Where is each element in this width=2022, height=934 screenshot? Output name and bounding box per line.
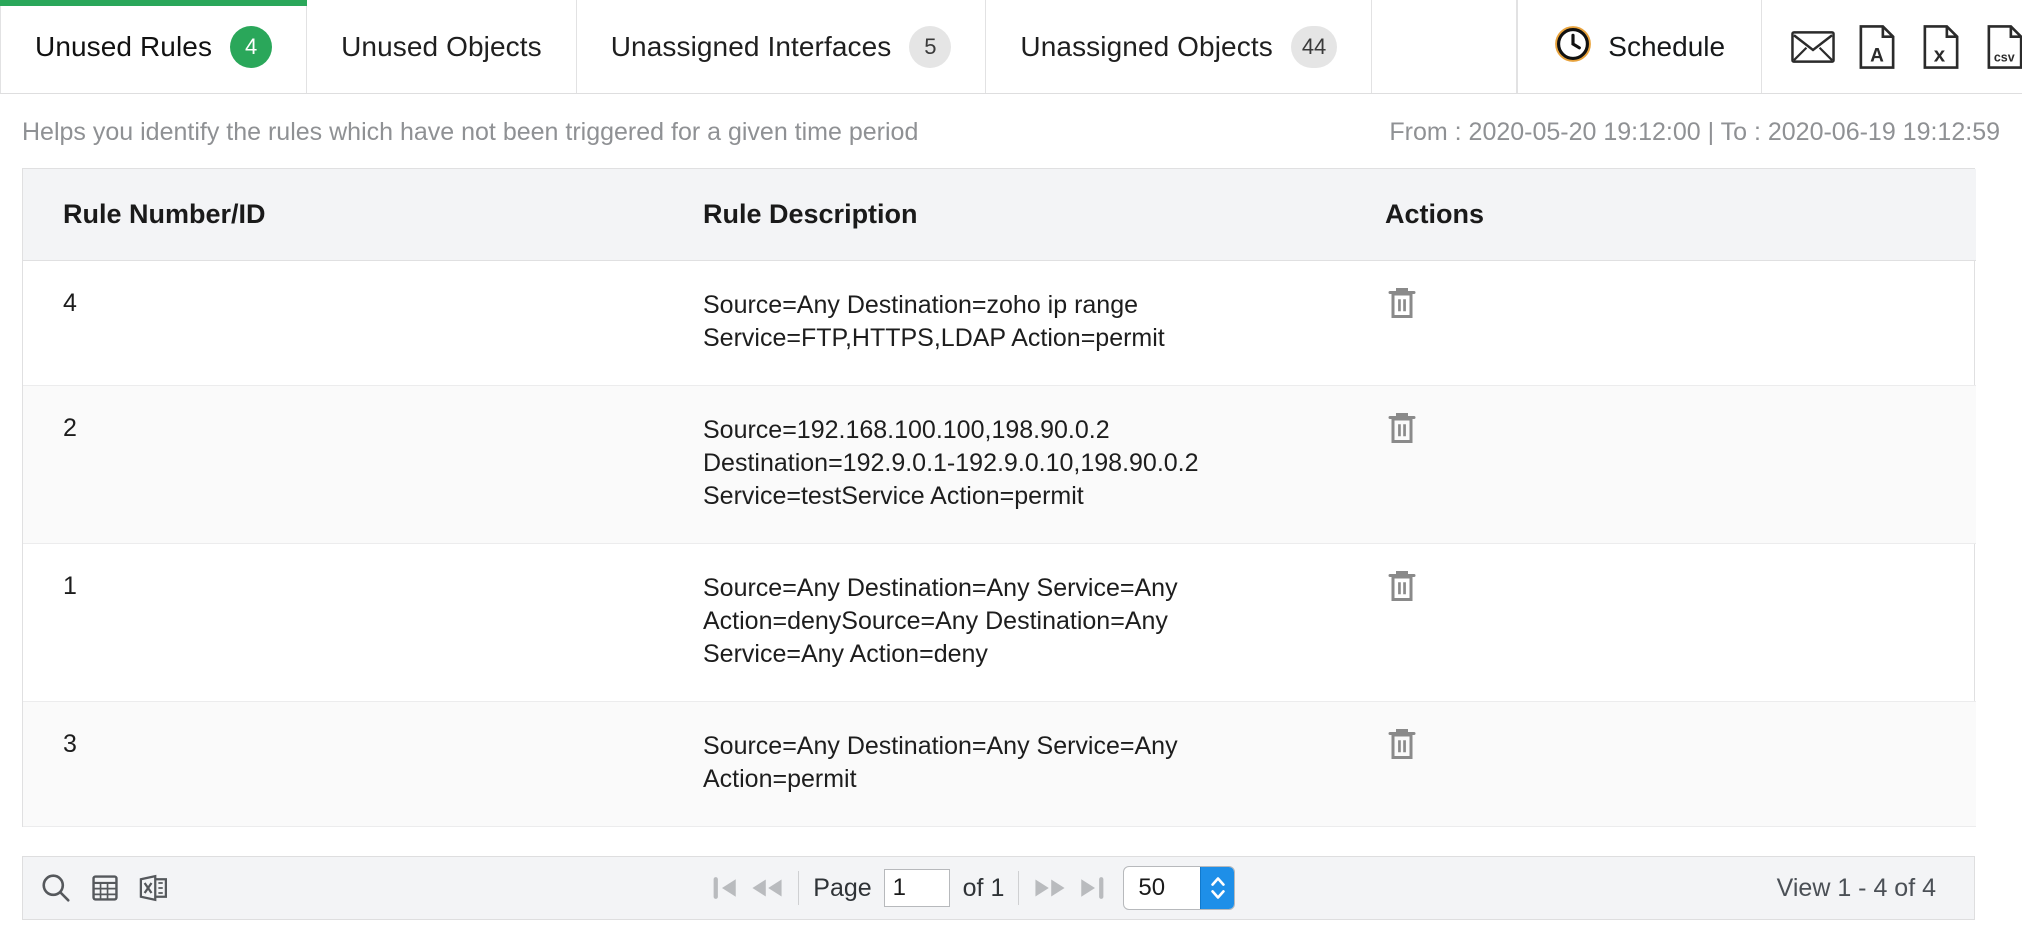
last-page-icon[interactable]	[1073, 871, 1107, 905]
svg-text:x: x	[1934, 43, 1946, 66]
table-footer: Page of 1 50	[22, 856, 1975, 920]
csv-export-icon[interactable]: csv	[1982, 24, 2022, 70]
stepper-arrows-icon[interactable]	[1200, 867, 1234, 909]
tab-badge-count: 5	[909, 26, 951, 68]
table-row[interactable]: 2 Source=192.168.100.100,198.90.0.2 Dest…	[23, 386, 1976, 544]
page-total-label: of 1	[963, 874, 1005, 903]
cell-rule-id: 4	[23, 261, 703, 386]
table-body: 4 Source=Any Destination=zoho ip range S…	[23, 261, 1976, 827]
table-header-row: Rule Number/ID Rule Description Actions	[23, 169, 1976, 261]
cell-rule-id: 3	[23, 702, 703, 827]
tab-empty-slot	[1372, 0, 1517, 93]
svg-text:A: A	[1870, 45, 1884, 66]
tab-unused-objects[interactable]: Unused Objects	[307, 0, 577, 93]
trash-icon[interactable]	[1385, 726, 1419, 762]
table-row[interactable]: 1 Source=Any Destination=Any Service=Any…	[23, 544, 1976, 702]
cell-rule-description: Source=Any Destination=zoho ip range Ser…	[703, 289, 1363, 355]
pagination-next-group	[1033, 871, 1107, 905]
record-count-label: View 1 - 4 of 4	[1777, 874, 1958, 903]
tab-bar: Unused Rules 4 Unused Objects Unassigned…	[0, 0, 2022, 94]
cell-rule-id: 1	[23, 544, 703, 702]
grid-view-icon[interactable]	[91, 874, 119, 902]
pagination-prev-group	[710, 871, 784, 905]
schedule-label: Schedule	[1608, 31, 1725, 63]
rules-table-container: Rule Number/ID Rule Description Actions …	[22, 168, 1975, 827]
page-size-select[interactable]: 50	[1123, 866, 1235, 910]
clock-icon	[1554, 25, 1592, 68]
table-row[interactable]: 3 Source=Any Destination=Any Service=Any…	[23, 702, 1976, 827]
tab-label: Unassigned Interfaces	[611, 31, 892, 63]
tab-badge-count: 44	[1291, 26, 1337, 68]
tab-label: Unused Rules	[35, 31, 212, 63]
page-label: Page	[813, 874, 871, 903]
cell-rule-id: 2	[23, 386, 703, 544]
report-description: Helps you identify the rules which have …	[22, 118, 918, 147]
email-icon[interactable]	[1790, 24, 1836, 70]
column-header-rule-description[interactable]: Rule Description	[703, 169, 1363, 261]
pagination-divider	[798, 871, 799, 905]
cell-rule-description: Source=192.168.100.100,198.90.0.2 Destin…	[703, 414, 1363, 513]
schedule-button[interactable]: Schedule	[1517, 0, 1762, 93]
rules-table: Rule Number/ID Rule Description Actions …	[23, 169, 1976, 827]
first-page-icon[interactable]	[710, 871, 744, 905]
pdf-export-icon[interactable]: A	[1854, 24, 1900, 70]
column-header-actions: Actions	[1363, 169, 1976, 261]
export-toolbar: A x csv	[1762, 0, 2022, 93]
cell-rule-description: Source=Any Destination=Any Service=Any A…	[703, 730, 1363, 796]
tab-unassigned-interfaces[interactable]: Unassigned Interfaces 5	[577, 0, 987, 93]
table-head: Rule Number/ID Rule Description Actions	[23, 169, 1976, 261]
trash-icon[interactable]	[1385, 285, 1419, 321]
svg-text:csv: csv	[1994, 50, 2015, 64]
excel-export-icon[interactable]	[139, 874, 169, 902]
report-daterange: From : 2020-05-20 19:12:00 | To : 2020-0…	[1389, 118, 2000, 147]
tab-badge-count: 4	[230, 26, 272, 68]
subheader: Helps you identify the rules which have …	[0, 94, 2022, 168]
prev-page-icon[interactable]	[750, 871, 784, 905]
tab-label: Unassigned Objects	[1020, 31, 1272, 63]
excel-export-icon[interactable]: x	[1918, 24, 1964, 70]
tab-unused-rules[interactable]: Unused Rules 4	[0, 0, 307, 93]
cell-rule-description: Source=Any Destination=Any Service=Any A…	[703, 572, 1363, 671]
table-row[interactable]: 4 Source=Any Destination=zoho ip range S…	[23, 261, 1976, 386]
next-page-icon[interactable]	[1033, 871, 1067, 905]
search-icon[interactable]	[41, 873, 71, 903]
page-size-value: 50	[1124, 874, 1165, 902]
pagination-controls: Page of 1 50	[169, 866, 1777, 910]
tab-label: Unused Objects	[341, 31, 542, 63]
tab-unassigned-objects[interactable]: Unassigned Objects 44	[986, 0, 1372, 93]
trash-icon[interactable]	[1385, 568, 1419, 604]
page-number-input[interactable]	[884, 869, 950, 907]
pagination-divider	[1018, 871, 1019, 905]
trash-icon[interactable]	[1385, 410, 1419, 446]
report-page: Unused Rules 4 Unused Objects Unassigned…	[0, 0, 2022, 934]
column-header-rule-id[interactable]: Rule Number/ID	[23, 169, 703, 261]
footer-tools	[41, 873, 169, 903]
